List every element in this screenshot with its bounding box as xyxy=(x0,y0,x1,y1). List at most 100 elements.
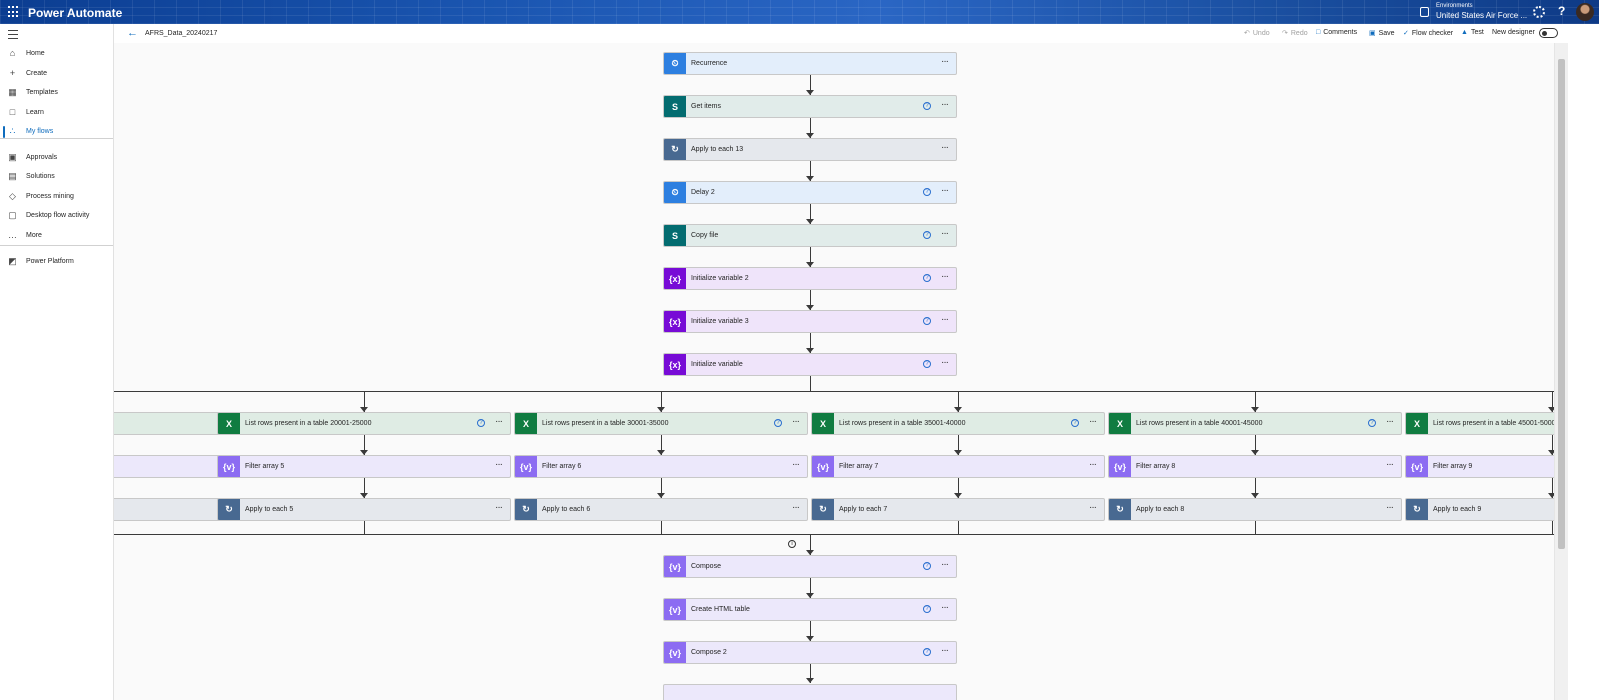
flow-step-next[interactable] xyxy=(663,684,957,700)
back-arrow-icon[interactable]: ← xyxy=(127,28,138,39)
branch-filter-array-5[interactable]: {v}Filter array 9··· xyxy=(1405,455,1554,478)
more-options-icon[interactable]: ··· xyxy=(941,142,949,153)
hamburger-menu-icon[interactable] xyxy=(8,30,18,39)
more-options-icon[interactable]: ··· xyxy=(941,185,949,196)
scrollbar-thumb[interactable] xyxy=(1558,59,1565,549)
flow-step-get-items[interactable]: S Get items? ··· xyxy=(663,95,957,118)
help-icon[interactable]: ? xyxy=(923,317,931,325)
help-icon[interactable]: ? xyxy=(923,231,931,239)
help-icon[interactable]: ? xyxy=(923,562,931,570)
sidebar-item-learn[interactable]: □ Learn xyxy=(0,103,113,123)
settings-gear-icon[interactable] xyxy=(1533,6,1545,18)
branch-apply-to-each-4[interactable]: ↻ Apply to each 8 ··· xyxy=(1108,498,1402,521)
environment-value: United States Air Force ... xyxy=(1436,11,1528,20)
vertical-scrollbar[interactable] xyxy=(1554,43,1568,700)
redo-button[interactable]: ↷ Redo xyxy=(1282,29,1308,37)
more-options-icon[interactable]: ··· xyxy=(792,459,800,470)
more-options-icon[interactable]: ··· xyxy=(495,416,503,427)
more-options-icon[interactable]: ··· xyxy=(792,416,800,427)
app-title[interactable]: Power Automate xyxy=(28,6,122,20)
branch-list-rows-3[interactable]: X List rows present in a table 35001-4000… xyxy=(811,412,1105,435)
flow-step-compose-2[interactable]: {v} Compose 2? ··· xyxy=(663,641,957,664)
more-options-icon[interactable]: ··· xyxy=(941,99,949,110)
more-options-icon[interactable]: ··· xyxy=(941,271,949,282)
sidebar-item-label: Approvals xyxy=(26,154,58,161)
branch-list-rows-5[interactable]: X List rows present in a table 45001-5000… xyxy=(1405,412,1554,435)
sidebar-item-process-mining[interactable]: ◇ Process mining xyxy=(0,187,113,207)
branch-filter-array-4[interactable]: {v} Filter array 8 ··· xyxy=(1108,455,1402,478)
branch-list-rows-1[interactable]: X List rows present in a table 20001-2500… xyxy=(217,412,511,435)
flow-step-initialize-variable[interactable]: {x} Initialize variable? ··· xyxy=(663,353,957,376)
more-options-icon[interactable]: ··· xyxy=(1089,416,1097,427)
sidebar-item-templates[interactable]: ▦ Templates xyxy=(0,83,113,103)
help-icon[interactable]: ? xyxy=(923,274,931,282)
help-icon[interactable]: ? xyxy=(923,188,931,196)
flow-canvas[interactable]: ⏲ Recurrence ··· S Get items? ··· ↻ Apply to ea… xyxy=(114,43,1554,700)
flow-step-copy-file[interactable]: S Copy file? ··· xyxy=(663,224,957,247)
process-mining-icon: ◇ xyxy=(9,191,16,201)
help-icon[interactable]: ? xyxy=(774,419,782,427)
more-options-icon[interactable]: ··· xyxy=(495,459,503,470)
test-button[interactable]: ▲ Test xyxy=(1461,29,1484,36)
help-icon[interactable]: ? xyxy=(923,360,931,368)
sidebar-item-my-flows[interactable]: ∴ My flows xyxy=(0,122,113,142)
flow-step-apply-to-each-13[interactable]: ↻ Apply to each 13 ··· xyxy=(663,138,957,161)
help-icon[interactable]: ? xyxy=(923,648,931,656)
more-options-icon[interactable]: ··· xyxy=(1386,502,1394,513)
action-label: List rows present in a table 40001-45000 xyxy=(1136,420,1263,427)
new-designer-toggle[interactable] xyxy=(1539,28,1558,38)
sidebar-item-create[interactable]: + Create xyxy=(0,64,113,84)
sidebar-item-desktop-flow-activity[interactable]: ▢ Desktop flow activity xyxy=(0,206,113,226)
more-options-icon[interactable]: ··· xyxy=(1089,459,1097,470)
flow-step-compose[interactable]: {v} Compose? ··· xyxy=(663,555,957,578)
more-options-icon[interactable]: ··· xyxy=(1089,502,1097,513)
branch-apply-to-each-1[interactable]: ↻ Apply to each 5 ··· xyxy=(217,498,511,521)
avatar[interactable] xyxy=(1576,3,1594,21)
branch-apply-to-each-2[interactable]: ↻ Apply to each 6 ··· xyxy=(514,498,808,521)
more-options-icon[interactable]: ··· xyxy=(941,228,949,239)
more-options-icon[interactable]: ··· xyxy=(1386,459,1394,470)
comments-button[interactable]: □ Comments xyxy=(1316,29,1357,36)
sidebar-item-power-platform[interactable]: ◩ Power Platform xyxy=(0,252,113,272)
flow-checker-button[interactable]: ✓ Flow checker xyxy=(1403,29,1453,37)
sidebar-item-approvals[interactable]: ▣ Approvals xyxy=(0,148,113,168)
more-options-icon[interactable]: ··· xyxy=(495,502,503,513)
help-icon[interactable]: ? xyxy=(1368,419,1376,427)
more-options-icon[interactable]: ··· xyxy=(792,502,800,513)
branch-filter-array-3[interactable]: {v} Filter array 7 ··· xyxy=(811,455,1105,478)
branch-list-rows-2[interactable]: X List rows present in a table 30001-3500… xyxy=(514,412,808,435)
sidebar-item-solutions[interactable]: ▤ Solutions xyxy=(0,167,113,187)
flows-icon: ∴ xyxy=(9,126,16,136)
more-options-icon[interactable]: ··· xyxy=(941,314,949,325)
more-options-icon[interactable]: ··· xyxy=(941,357,949,368)
help-icon[interactable]: ? xyxy=(1071,419,1079,427)
help-icon[interactable]: ? xyxy=(1558,4,1565,18)
more-options-icon[interactable]: ··· xyxy=(941,602,949,613)
info-icon[interactable]: i xyxy=(788,540,796,548)
app-launcher-icon[interactable] xyxy=(8,6,20,18)
flow-step-initialize-variable-3[interactable]: {x} Initialize variable 3? ··· xyxy=(663,310,957,333)
more-options-icon[interactable]: ··· xyxy=(941,645,949,656)
help-icon[interactable]: ? xyxy=(923,605,931,613)
branch-filter-array-1[interactable]: {v} Filter array 5 ··· xyxy=(217,455,511,478)
sidebar-item-more[interactable]: … More xyxy=(0,226,113,246)
action-label: Apply to each 9 xyxy=(1433,506,1482,513)
branch-apply-to-each-5[interactable]: ↻Apply to each 9··· xyxy=(1405,498,1554,521)
excel-icon: X xyxy=(1109,413,1131,434)
help-icon[interactable]: ? xyxy=(477,419,485,427)
more-options-icon[interactable]: ··· xyxy=(941,559,949,570)
branch-filter-array-2[interactable]: {v} Filter array 6 ··· xyxy=(514,455,808,478)
flow-step-initialize-variable-2[interactable]: {x} Initialize variable 2? ··· xyxy=(663,267,957,290)
flow-step-create-html-table[interactable]: {v} Create HTML table? ··· xyxy=(663,598,957,621)
branch-apply-to-each-3[interactable]: ↻ Apply to each 7 ··· xyxy=(811,498,1105,521)
flow-step-delay-2[interactable]: ⏲ Delay 2? ··· xyxy=(663,181,957,204)
sidebar-item-home[interactable]: ⌂ Home xyxy=(0,44,113,64)
sidebar-item-label: More xyxy=(26,232,42,239)
more-options-icon[interactable]: ··· xyxy=(941,56,949,67)
help-icon[interactable]: ? xyxy=(923,102,931,110)
save-button[interactable]: ▣ Save xyxy=(1369,29,1395,37)
flow-step-recurrence[interactable]: ⏲ Recurrence ··· xyxy=(663,52,957,75)
undo-button[interactable]: ↶ Undo xyxy=(1244,29,1270,37)
more-options-icon[interactable]: ··· xyxy=(1386,416,1394,427)
branch-list-rows-4[interactable]: X List rows present in a table 40001-4500… xyxy=(1108,412,1402,435)
